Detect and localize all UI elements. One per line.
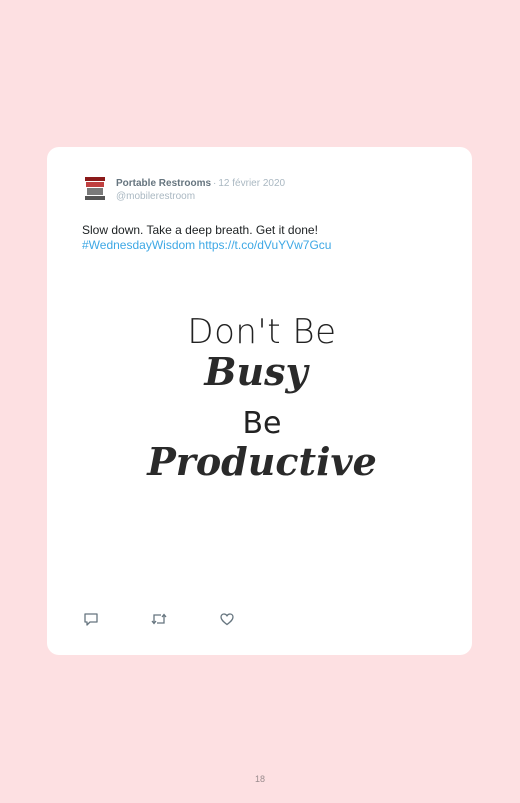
tweet-actions xyxy=(83,611,283,629)
tweet-date[interactable]: 12 février 2020 xyxy=(218,178,285,189)
author-handle[interactable]: @mobilerestroom xyxy=(116,190,285,203)
page-number: 18 xyxy=(254,774,265,784)
tweet-body: Slow down. Take a deep breath. Get it do… xyxy=(82,223,318,237)
tweet-text: Slow down. Take a deep breath. Get it do… xyxy=(82,223,442,253)
quote-line-2: Busy xyxy=(204,349,308,394)
reply-icon[interactable] xyxy=(83,611,101,629)
tweet-image[interactable]: Don't Be Busy Be Productive xyxy=(137,312,387,522)
separator: · xyxy=(213,178,217,189)
retweet-icon[interactable] xyxy=(150,611,168,629)
author-name[interactable]: Portable Restrooms xyxy=(116,178,211,189)
quote-line-3: Be xyxy=(242,406,282,441)
url-link[interactable]: https://t.co/dVuYVw7Gcu xyxy=(199,238,332,252)
hashtag-link[interactable]: #WednesdayWisdom xyxy=(82,238,195,252)
tweet-header: Portable Restrooms · 12 février 2020 @mobi… xyxy=(116,177,285,203)
quote-line-4: Productive xyxy=(147,439,377,484)
quote-line-1: Don't Be xyxy=(187,312,337,352)
tweet-card: Portable Restrooms · 12 février 2020 @mobi… xyxy=(47,147,472,655)
like-icon[interactable] xyxy=(219,611,237,629)
avatar[interactable] xyxy=(84,177,106,201)
